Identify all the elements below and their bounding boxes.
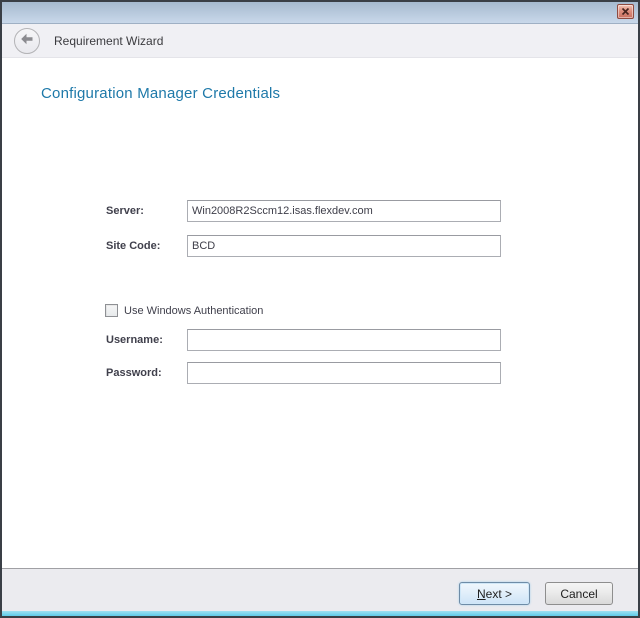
server-label: Server:	[106, 200, 144, 222]
site-code-input[interactable]	[187, 235, 501, 257]
cancel-button[interactable]: Cancel	[545, 582, 613, 605]
windows-auth-checkbox[interactable]	[105, 304, 118, 317]
back-arrow-icon	[20, 32, 34, 50]
password-input[interactable]	[187, 362, 501, 384]
wizard-footer: Next > Cancel	[2, 568, 638, 611]
next-button-label: ext >	[486, 587, 512, 601]
title-bar[interactable]	[2, 2, 638, 24]
site-code-label: Site Code:	[106, 235, 160, 257]
next-button-mnemonic: N	[477, 587, 486, 601]
username-label: Username:	[106, 329, 163, 351]
cancel-button-label: Cancel	[560, 587, 597, 601]
password-label: Password:	[106, 362, 162, 384]
back-button[interactable]	[14, 28, 40, 54]
windows-auth-row: Use Windows Authentication	[105, 303, 263, 318]
server-input[interactable]	[187, 200, 501, 222]
close-icon	[621, 7, 630, 16]
windows-auth-label[interactable]: Use Windows Authentication	[124, 305, 263, 317]
page-title: Configuration Manager Credentials	[41, 85, 280, 102]
close-button[interactable]	[617, 4, 634, 19]
wizard-title: Requirement Wizard	[54, 34, 163, 48]
wizard-content: Configuration Manager Credentials Server…	[2, 58, 638, 568]
username-input[interactable]	[187, 329, 501, 351]
window-bottom-accent	[2, 611, 638, 616]
wizard-header: Requirement Wizard	[2, 24, 638, 58]
next-button[interactable]: Next >	[459, 582, 530, 605]
wizard-window: Requirement Wizard Configuration Manager…	[0, 0, 640, 618]
